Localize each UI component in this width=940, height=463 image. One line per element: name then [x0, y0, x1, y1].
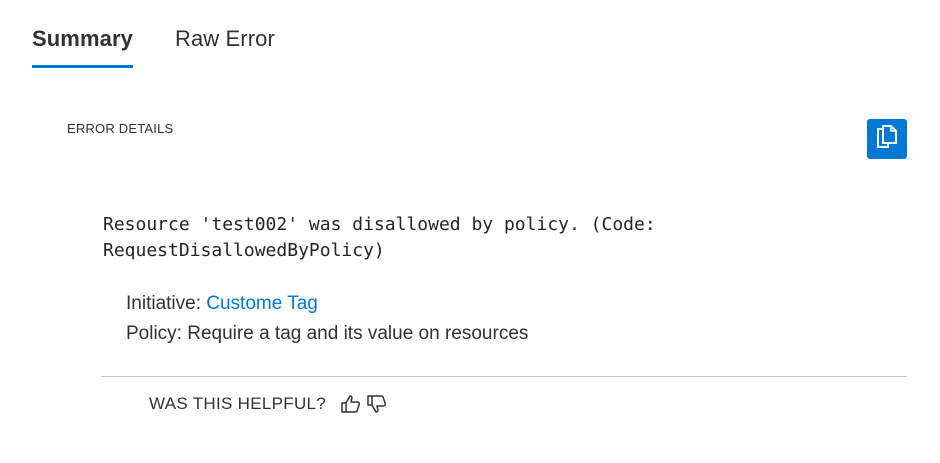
- copy-icon: [875, 124, 899, 155]
- policy-row: Policy: Require a tag and its value on r…: [126, 319, 528, 349]
- thumbs-down-icon[interactable]: [364, 391, 390, 417]
- tab-summary[interactable]: Summary: [32, 26, 133, 68]
- feedback-label: WAS THIS HELPFUL?: [149, 394, 327, 413]
- thumbs-up-icon[interactable]: [338, 391, 364, 417]
- tab-bar: Summary Raw Error: [32, 26, 317, 68]
- policy-value: Require a tag and its value on resources: [187, 323, 529, 344]
- policy-info: Initiative: Custome Tag Policy: Require …: [126, 289, 528, 349]
- error-message: Resource 'test002' was disallowed by pol…: [103, 214, 656, 261]
- initiative-row: Initiative: Custome Tag: [126, 289, 528, 319]
- copy-button[interactable]: [867, 119, 907, 159]
- divider: [101, 376, 907, 377]
- feedback-bar: WAS THIS HELPFUL?: [149, 391, 390, 417]
- policy-label: Policy:: [126, 323, 182, 344]
- initiative-link[interactable]: Custome Tag: [206, 293, 318, 314]
- tab-raw-error[interactable]: Raw Error: [175, 26, 275, 68]
- initiative-label: Initiative:: [126, 293, 201, 314]
- error-details-heading: ERROR DETAILS: [67, 121, 174, 136]
